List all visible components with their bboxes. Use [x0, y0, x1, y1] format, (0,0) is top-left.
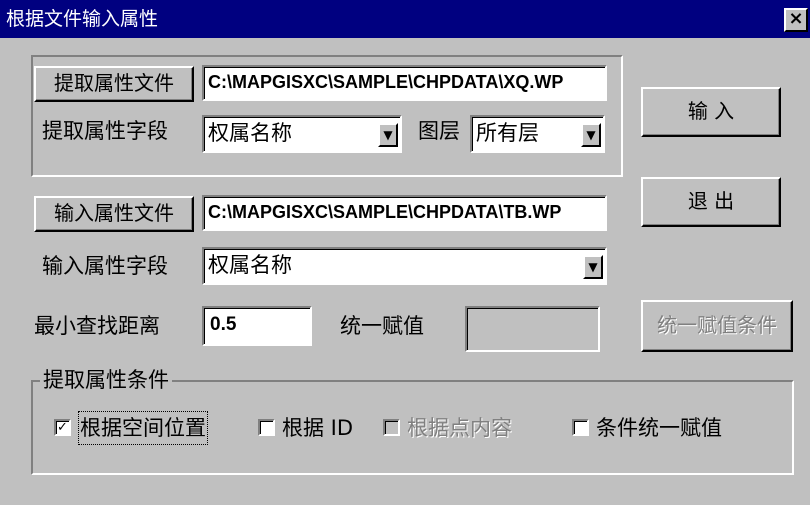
extract-file-path[interactable]: C:\MAPGISXC\SAMPLE\CHPDATA\XQ.WP [202, 65, 607, 101]
input-file-path[interactable]: C:\MAPGISXC\SAMPLE\CHPDATA\TB.WP [202, 195, 607, 231]
checkbox-label[interactable]: 根据空间位置 [78, 411, 208, 445]
input-field-select[interactable]: 权属名称 ▼ [202, 247, 607, 285]
unify-value-input[interactable] [465, 306, 600, 352]
conditions-group-label: 提取属性条件 [40, 366, 172, 394]
close-button[interactable]: × [784, 8, 808, 32]
checkbox-box[interactable]: ✓ [54, 419, 71, 436]
checkbox-label[interactable]: 根据 ID [282, 412, 353, 444]
layer-label: 图层 [418, 119, 460, 143]
checkbox-box[interactable] [258, 419, 275, 436]
min-distance-label: 最小查找距离 [34, 314, 160, 338]
window-title: 根据文件输入属性 [6, 8, 159, 30]
extract-field-select[interactable]: 权属名称 ▼ [202, 115, 402, 153]
chevron-down-icon[interactable]: ▼ [378, 123, 398, 147]
layer-select[interactable]: 所有层 ▼ [470, 115, 605, 153]
checkbox-box[interactable] [572, 419, 589, 436]
input-file-button[interactable]: 输入属性文件 [34, 196, 194, 232]
chevron-down-icon[interactable]: ▼ [583, 255, 603, 279]
extract-file-button[interactable]: 提取属性文件 [34, 66, 194, 102]
exit-button[interactable]: 退 出 [641, 177, 781, 227]
checkbox-label[interactable]: 根据点内容 [407, 412, 512, 444]
extract-field-label: 提取属性字段 [42, 119, 168, 143]
chevron-down-icon[interactable]: ▼ [581, 123, 601, 147]
input-button[interactable]: 输 入 [641, 87, 781, 137]
checkbox-label[interactable]: 条件统一赋值 [596, 412, 722, 444]
unify-condition-button[interactable]: 统一赋值条件 [641, 300, 793, 352]
min-distance-input[interactable]: 0.5 [202, 306, 312, 346]
input-field-label: 输入属性字段 [42, 254, 168, 278]
unify-value-label: 统一赋值 [340, 314, 424, 338]
extract-field-value: 权属名称 [208, 121, 292, 145]
input-field-value: 权属名称 [208, 253, 292, 277]
checkmark-icon: ✓ [57, 420, 68, 435]
checkbox-box[interactable] [383, 419, 400, 436]
layer-value: 所有层 [476, 121, 539, 145]
